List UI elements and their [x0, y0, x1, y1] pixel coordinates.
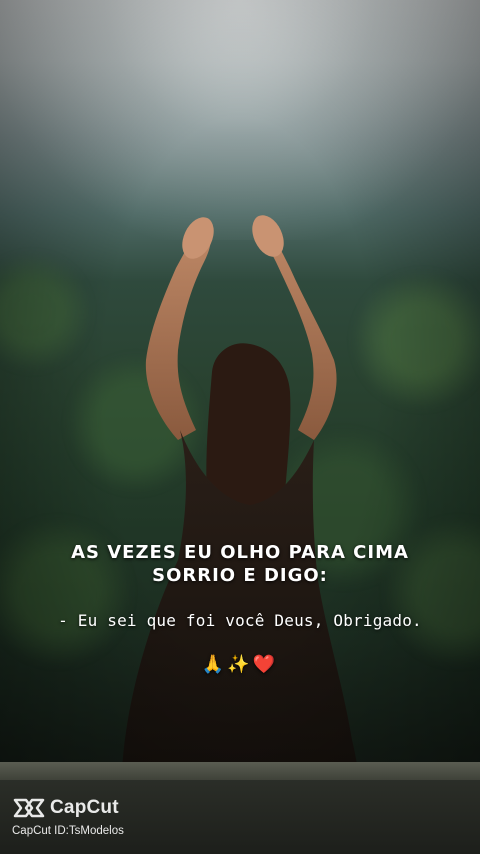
- capcut-watermark: CapCut CapCut ID:TsModelos: [12, 796, 124, 837]
- capcut-brand-label: CapCut: [50, 797, 119, 818]
- capcut-template-id: CapCut ID:TsModelos: [12, 825, 124, 837]
- quote-text: - Eu sei que foi você Deus, Obrigado.: [58, 611, 422, 630]
- railing-top-bar: [0, 762, 480, 780]
- capcut-logo-icon: [13, 798, 45, 818]
- emoji-row: 🙏✨❤️: [201, 654, 279, 675]
- headline-line-1: AS VEZES EU OLHO PARA CIMA: [71, 542, 409, 563]
- headline-line-2: SORRIO E DIGO:: [152, 565, 328, 586]
- vignette: [0, 0, 480, 854]
- video-frame: AS VEZES EU OLHO PARA CIMA SORRIO E DIGO…: [0, 0, 480, 854]
- headline-text: AS VEZES EU OLHO PARA CIMA SORRIO E DIGO…: [0, 541, 480, 587]
